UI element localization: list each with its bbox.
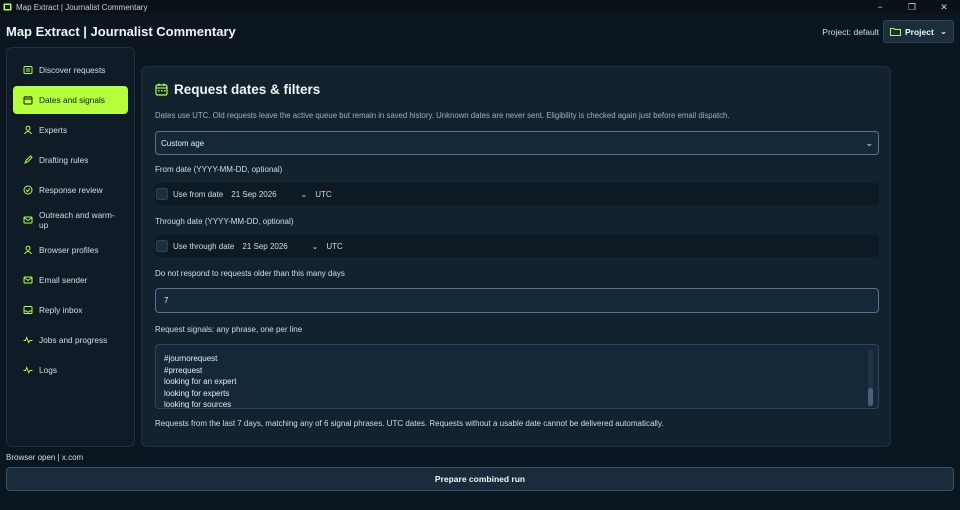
calendar-icon — [23, 96, 33, 105]
envelope-icon — [23, 276, 33, 284]
sidebar-item-reply-inbox[interactable]: Reply inbox — [13, 296, 128, 324]
from-date-row: Use from date 21 Sep 2026 ⌄ UTC — [155, 183, 879, 205]
filter-summary: Requests from the last 7 days, matching … — [155, 419, 664, 428]
calendar-icon — [155, 83, 168, 96]
panel-title-text: Request dates & filters — [174, 82, 321, 97]
chevron-down-icon: ⌄ — [311, 241, 319, 251]
sidebar-item-email-sender[interactable]: Email sender — [13, 266, 128, 294]
pulse-icon — [23, 366, 33, 374]
sidebar-item-drafting-rules[interactable]: Drafting rules — [13, 146, 128, 174]
list-icon — [23, 66, 33, 74]
use-from-date-label: Use from date — [173, 189, 224, 199]
project-button[interactable]: Project ⌄ — [883, 20, 954, 43]
sidebar-item-label: Experts — [39, 125, 68, 135]
use-through-date-label: Use through date — [173, 241, 235, 251]
sidebar-item-label: Reply inbox — [39, 305, 83, 315]
app-title: Map Extract | Journalist Commentary — [6, 24, 236, 39]
max-age-input[interactable]: 7 — [155, 288, 879, 313]
signals-textarea[interactable]: #journorequest #prrequest looking for an e… — [155, 344, 879, 409]
sidebar: Discover requests Dates and signals Expert… — [6, 47, 135, 447]
signals-label: Request signals: any phrase, one per lin… — [155, 325, 303, 334]
envelope-icon — [23, 216, 33, 224]
app-icon — [3, 3, 12, 11]
panel-title: Request dates & filters — [155, 82, 320, 97]
check-circle-icon — [23, 185, 33, 195]
signal-line: looking for an expert — [164, 377, 237, 386]
sidebar-item-experts[interactable]: Experts — [13, 116, 128, 144]
through-date-timezone: UTC — [326, 241, 343, 251]
folder-icon — [890, 28, 901, 36]
sidebar-item-label: Jobs and progress — [39, 335, 108, 345]
sidebar-item-label: Logs — [39, 365, 57, 375]
signal-line: #prrequest — [164, 365, 203, 375]
signal-line: #journorequest — [164, 354, 218, 363]
pulse-icon — [23, 336, 33, 344]
panel-hint: Dates use UTC. Old requests leave the ac… — [155, 111, 730, 120]
max-age-value: 7 — [164, 296, 169, 305]
from-date-label: From date (YYYY-MM-DD, optional) — [155, 165, 283, 174]
project-button-label: Project — [905, 26, 934, 37]
sidebar-item-label: Outreach and warm-up — [39, 210, 115, 230]
sidebar-item-label: Response review — [39, 185, 103, 195]
from-date-timezone: UTC — [315, 189, 332, 199]
through-date-row: Use through date 21 Sep 2026 ⌄ UTC — [155, 235, 879, 257]
sidebar-item-label: Dates and signals — [39, 95, 105, 105]
through-date-label: Through date (YYYY-MM-DD, optional) — [155, 217, 294, 226]
from-date-value: 21 Sep 2026 — [231, 189, 277, 199]
sidebar-item-browser-profiles[interactable]: Browser profiles — [13, 236, 128, 264]
use-through-date-checkbox[interactable] — [156, 240, 168, 252]
sidebar-item-outreach-and-warm-up[interactable]: Outreach and warm-up — [13, 206, 128, 234]
sidebar-item-label: Email sender — [39, 275, 88, 285]
chevron-down-icon: ⌄ — [865, 137, 873, 148]
chevron-down-icon: ⌄ — [939, 26, 947, 36]
close-button[interactable]: ✕ — [928, 0, 960, 14]
window-title: Map Extract | Journalist Commentary — [16, 2, 148, 12]
sidebar-item-jobs-and-progress[interactable]: Jobs and progress — [13, 326, 128, 354]
restore-button[interactable]: ❐ — [896, 0, 928, 14]
sidebar-item-logs[interactable]: Logs — [13, 356, 128, 384]
signals-lines: #journorequest #prrequest looking for an e… — [164, 353, 870, 409]
window-titlebar: Map Extract | Journalist Commentary − ❐ … — [0, 0, 960, 14]
through-date-picker[interactable]: 21 Sep 2026 ⌄ — [240, 242, 320, 251]
minimize-button[interactable]: − — [864, 0, 896, 14]
chevron-down-icon: ⌄ — [300, 189, 308, 199]
age-select-value: Custom age — [161, 138, 205, 148]
sidebar-item-dates-and-signals[interactable]: Dates and signals — [13, 86, 128, 114]
sidebar-item-discover-requests[interactable]: Discover requests — [13, 56, 128, 84]
sidebar-item-label: Discover requests — [39, 65, 106, 75]
sidebar-item-label: Browser profiles — [39, 245, 99, 255]
signals-scrollbar-thumb[interactable] — [868, 388, 873, 406]
inbox-icon — [23, 306, 33, 314]
age-select[interactable]: Custom age ⌄ — [155, 131, 879, 155]
person-icon — [24, 125, 32, 135]
signal-line: looking for experts — [164, 388, 230, 398]
max-age-label: Do not respond to requests older than th… — [155, 269, 345, 278]
sidebar-item-label: Drafting rules — [39, 155, 89, 165]
sidebar-item-response-review[interactable]: Response review — [13, 176, 128, 204]
window-controls: − ❐ ✕ — [864, 0, 960, 14]
through-date-value: 21 Sep 2026 — [242, 241, 288, 251]
from-date-picker[interactable]: 21 Sep 2026 ⌄ — [229, 190, 309, 199]
pencil-icon — [24, 155, 33, 164]
project-label: Project: default — [822, 27, 879, 37]
status-bar: Browser open | x.com — [6, 453, 84, 462]
signals-scrollbar[interactable] — [868, 349, 873, 406]
signal-line: looking for sources — [164, 400, 232, 409]
use-from-date-checkbox[interactable] — [156, 188, 168, 200]
person-icon — [24, 245, 32, 255]
request-filters-panel: Request dates & filters Dates use UTC. O… — [141, 66, 891, 447]
prepare-combined-run-button[interactable]: Prepare combined run — [6, 467, 954, 491]
